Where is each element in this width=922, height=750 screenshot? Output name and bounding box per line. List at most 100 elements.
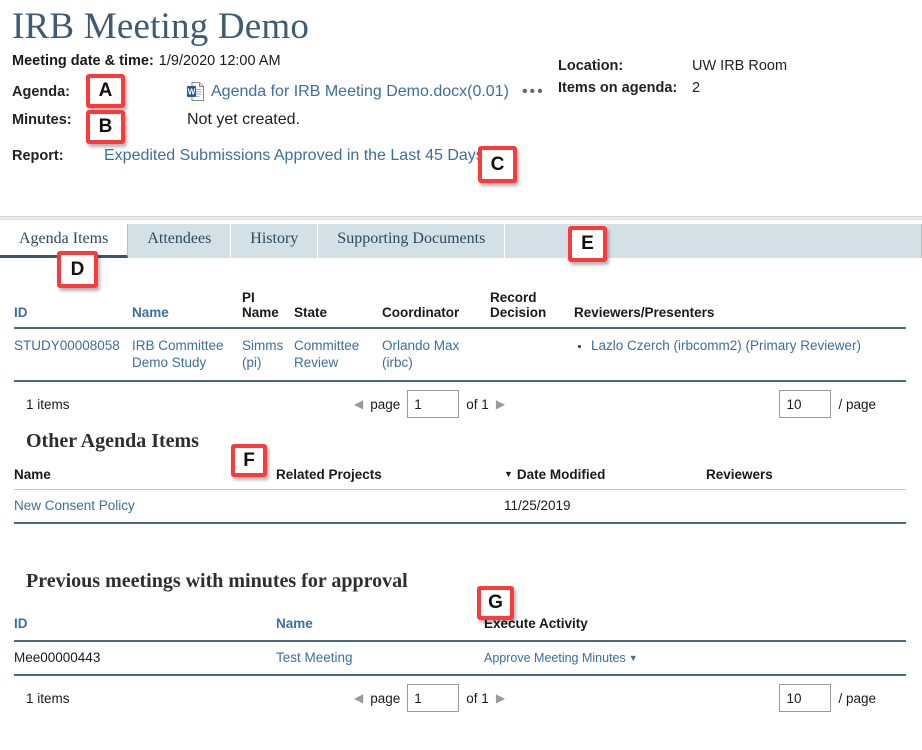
chevron-down-icon[interactable]: ▼ [629,653,638,663]
page-number-input[interactable] [407,390,460,418]
agenda-items-header-row: ID Name PI Name State Coordinator Record… [14,284,906,329]
svg-text:W: W [188,88,196,97]
column-header-coordinator: Coordinator [382,284,490,329]
pager-of-label: of 1 [466,396,489,412]
table-row: STUDY00008058 IRB Committee Demo Study S… [14,328,906,382]
agenda-label: Agenda: [12,83,70,100]
column-header-related-projects: Related Projects [276,462,504,490]
pager-item-count: 1 items [26,690,70,706]
cell-coordinator[interactable]: Orlando Max (irbc) [382,328,490,382]
pager-of-label: of 1 [466,690,489,706]
cell-other-name[interactable]: New Consent Policy [14,489,276,524]
pager-navigation: ◀ page of 1 ▶ [354,390,505,418]
cell-meeting-id: Mee00000443 [14,650,101,665]
location-value: UW IRB Room [692,58,788,74]
previous-meetings-pager: 1 items ◀ page of 1 ▶ / page [14,676,906,720]
items-on-agenda-value: 2 [692,80,701,96]
column-header-execute-activity: Execute Activity [484,611,906,642]
reviewer-list: Lazlo Czerch (irbcomm2) (Primary Reviewe… [574,337,900,354]
column-header-name[interactable]: Name [132,284,242,329]
cell-study-name[interactable]: IRB Committee Demo Study [132,328,242,382]
agenda-more-menu-icon[interactable]: ••• [522,83,545,99]
previous-meetings-header-row: ID Name Execute Activity [14,611,906,642]
annotation-marker-d: D [57,251,98,288]
per-page-label: / page [838,396,876,412]
cell-pi-name: Simms (pi) [242,328,294,382]
tab-content: ID Name PI Name State Coordinator Record… [0,258,922,720]
other-agenda-header-row: Name Related Projects ▼ Date Modified Rev… [14,462,906,490]
per-page-input[interactable] [779,390,832,418]
word-document-icon: W [187,82,204,101]
annotation-marker-b: B [86,110,125,144]
approve-meeting-minutes-link[interactable]: Approve Meeting Minutes [484,651,626,665]
header-divider [0,216,922,220]
prev-page-arrow-icon[interactable]: ◀ [354,691,363,705]
items-on-agenda-label: Items on agenda: [558,80,678,96]
list-item: Lazlo Czerch (irbcomm2) (Primary Reviewe… [591,337,900,354]
pager-item-count: 1 items [26,396,70,412]
minutes-label: Minutes: [12,112,72,128]
tab-history[interactable]: History [231,224,319,258]
annotation-marker-a: A [86,74,125,108]
other-agenda-items-table: Name Related Projects ▼ Date Modified Rev… [14,462,906,524]
pager-per-page: / page [779,390,906,418]
next-page-arrow-icon[interactable]: ▶ [496,397,505,411]
annotation-marker-g: G [477,586,514,620]
report-row: Report: Expedited Submissions Approved i… [12,147,922,165]
column-header-date-modified-label: Date Modified [516,467,606,482]
cell-meeting-name[interactable]: Test Meeting [276,641,484,674]
cell-execute-activity: Approve Meeting Minutes ▼ [484,641,906,674]
cell-related-projects [276,489,504,524]
agenda-items-table: ID Name PI Name State Coordinator Record… [14,284,906,382]
column-header-reviewers-presenters: Reviewers/Presenters [574,284,906,329]
page-number-input[interactable] [407,684,460,712]
tab-bar: Agenda Items Attendees History Supportin… [0,224,922,258]
next-page-arrow-icon[interactable]: ▶ [496,691,505,705]
prev-page-arrow-icon[interactable]: ◀ [354,397,363,411]
column-header-id[interactable]: ID [14,611,276,642]
pager-page-label: page [370,690,401,706]
items-on-agenda-row: Items on agenda: 2 [558,77,787,99]
table-row: New Consent Policy 11/25/2019 [14,489,906,524]
per-page-input[interactable] [779,684,832,712]
cell-other-reviewers [706,489,906,524]
pager-navigation: ◀ page of 1 ▶ [354,684,505,712]
tab-supporting-documents[interactable]: Supporting Documents [318,224,506,258]
page-title: IRB Meeting Demo [12,6,310,47]
per-page-label: / page [838,690,876,706]
meeting-datetime-value: 1/9/2020 12:00 AM [158,53,281,69]
other-agenda-items-heading: Other Agenda Items [26,430,199,452]
column-header-reviewers: Reviewers [706,462,906,490]
sort-descending-icon: ▼ [504,469,513,479]
agenda-value: W Agenda for IRB Meeting Demo.docx(0.01)… [84,82,545,101]
table-row: Mee00000443 Test Meeting Approve Meeting… [14,641,906,674]
agenda-file-link[interactable]: Agenda for IRB Meeting Demo.docx(0.01) [211,83,509,101]
irb-meeting-page: IRB Meeting Demo Meeting date & time: 1/… [0,0,922,750]
annotation-marker-f: F [231,444,267,477]
minutes-row: Minutes: Not yet created. [12,111,922,129]
previous-meetings-table: ID Name Execute Activity Mee00000443 Tes… [14,611,906,674]
report-value: Expedited Submissions Approved in the La… [84,147,484,165]
meeting-datetime-label: Meeting date & time: [12,53,154,69]
annotation-marker-c: C [478,146,517,183]
column-header-id[interactable]: ID [14,284,132,329]
report-link[interactable]: Expedited Submissions Approved in the La… [104,147,484,165]
annotation-marker-e: E [568,226,607,262]
cell-reviewers-presenters: Lazlo Czerch (irbcomm2) (Primary Reviewe… [574,328,906,382]
pager-page-label: page [370,396,401,412]
column-header-date-modified[interactable]: ▼ Date Modified [504,462,706,490]
column-header-state: State [294,284,382,329]
pager-per-page: / page [779,684,906,712]
cell-record-decision [490,328,574,382]
cell-date-modified: 11/25/2019 [504,489,706,524]
location-label: Location: [558,58,624,74]
column-header-name[interactable]: Name [276,611,484,642]
cell-study-id[interactable]: STUDY00008058 [14,328,132,382]
cell-state: Committee Review [294,328,382,382]
report-label: Report: [12,148,64,164]
previous-meetings-heading: Previous meetings with minutes for appro… [26,570,408,592]
location-row: Location: UW IRB Room [558,55,787,77]
column-header-record-decision: Record Decision [490,284,574,329]
agenda-items-pager: 1 items ◀ page of 1 ▶ / page [14,382,906,426]
tab-attendees[interactable]: Attendees [128,224,232,258]
